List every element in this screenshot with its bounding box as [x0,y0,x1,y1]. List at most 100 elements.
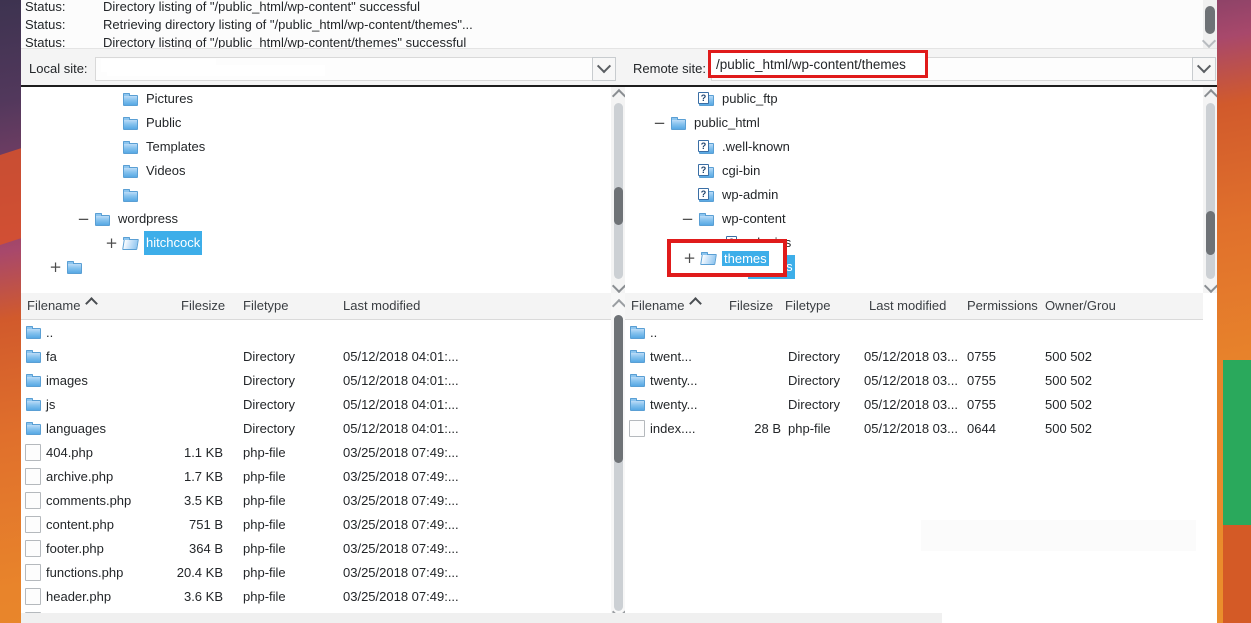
cell-modified: 03/25/2018 07:49:... [343,469,459,484]
tree-node-label[interactable]: Templates [144,135,207,159]
collapse-node-icon[interactable]: − [681,213,694,226]
scroll-up-icon[interactable] [1204,89,1217,103]
column-header-filesize[interactable]: Filesize [729,298,773,313]
local-site-dropdown-button[interactable] [592,57,616,81]
column-header-filetype[interactable]: Filetype [243,298,289,313]
file-icon [25,588,41,605]
column-header-filename[interactable]: Filename [631,298,700,313]
remote-list-scrollbar[interactable] [1203,293,1217,623]
file-row[interactable]: twent...Directory05/12/2018 03...0755500… [625,344,1217,368]
collapse-node-icon[interactable]: − [653,117,666,130]
file-row[interactable]: content.php751 Bphp-file03/25/2018 07:49… [21,512,625,536]
column-header-last-modified[interactable]: Last modified [343,298,420,313]
tree-node-label[interactable]: Pictures [144,87,195,111]
tree-node[interactable]: − public_html [625,111,1217,135]
scrollbar-thumb[interactable] [614,315,623,463]
tree-node-label[interactable]: hitchcock [144,231,202,255]
file-row[interactable]: 404.php1.1 KBphp-file03/25/2018 07:49:..… [21,440,625,464]
tree-node-label[interactable]: cgi-bin [720,159,762,183]
folder-icon [671,117,686,130]
file-row[interactable]: languagesDirectory05/12/2018 04:01:... [21,416,625,440]
tree-node-label[interactable]: wp-admin [720,183,780,207]
expand-node-icon[interactable]: + [105,237,118,250]
file-row[interactable]: twenty...Directory05/12/2018 03...075550… [625,368,1217,392]
status-log-scrollbar[interactable] [1203,0,1217,48]
file-row[interactable]: imagesDirectory05/12/2018 04:01:... [21,368,625,392]
file-row[interactable]: footer.php364 Bphp-file03/25/2018 07:49:… [21,536,625,560]
tree-node-label[interactable]: wp-content [720,207,788,231]
column-header-label: Filesize [181,298,225,313]
cell-name: functions.php [46,565,123,580]
file-row[interactable]: .. [625,320,1217,344]
tree-node[interactable]: + [21,255,625,279]
tree-node[interactable]: .well-known [625,135,1217,159]
remote-directory-tree[interactable]: public_ftp − public_html.well-knowncgi-bin… [625,85,1217,295]
expand-node-icon[interactable]: + [49,261,62,274]
scroll-up-icon[interactable] [612,89,625,103]
local-list-scrollbar[interactable] [611,293,625,623]
tree-node[interactable]: Templates [21,135,625,159]
local-directory-tree[interactable]: PicturesPublicTemplatesVideos−wordpress+… [21,85,625,295]
file-row[interactable]: faDirectory05/12/2018 04:01:... [21,344,625,368]
tree-node-label[interactable]: public_html [692,111,762,135]
tree-node[interactable] [21,183,625,207]
tree-node-label[interactable]: public_ftp [720,87,780,111]
column-header-label: Filename [631,298,684,313]
file-row[interactable]: functions.php20.4 KBphp-file03/25/2018 0… [21,560,625,584]
tree-node[interactable]: cgi-bin [625,159,1217,183]
tree-node[interactable]: Pictures [21,87,625,111]
tree-node-label[interactable] [88,261,164,274]
cell-owner: 500 502 [1045,373,1092,388]
local-list-header[interactable]: Filename Filesize Filetype Last modified [21,293,625,320]
file-row[interactable]: index....28 Bphp-file05/12/2018 03...064… [625,416,1217,440]
cell-name: footer.php [46,541,104,556]
column-header-filename[interactable]: Filename [27,298,96,313]
file-row[interactable]: .. [21,320,625,344]
column-header-permissions[interactable]: Permissions [967,298,1038,313]
column-header-filesize[interactable]: Filesize [181,298,225,313]
column-header-last-modified[interactable]: Last modified [869,298,946,313]
tree-node[interactable]: public_ftp [625,87,1217,111]
scroll-down-icon[interactable] [1204,279,1217,293]
remote-tree-scrollbar[interactable] [1203,87,1217,295]
column-header-owner-grou[interactable]: Owner/Grou [1045,298,1116,313]
collapse-node-icon[interactable]: − [77,213,90,226]
tree-node[interactable]: wp-admin [625,183,1217,207]
tree-node-label[interactable]: Public [144,111,183,135]
tree-node-label[interactable]: Videos [144,159,188,183]
cell-type: php-file [243,541,286,556]
local-file-list[interactable]: Filename Filesize Filetype Last modified ..… [21,293,625,623]
tree-node[interactable]: + hitchcock [21,231,625,255]
scrollbar-thumb[interactable] [1205,6,1215,34]
tree-node[interactable]: Public [21,111,625,135]
tree-node-label[interactable]: .well-known [720,135,792,159]
status-log-panel[interactable]: Status:Directory listing of "/public_htm… [21,0,1217,48]
local-tree-scrollbar[interactable] [611,87,625,295]
scroll-up-icon[interactable] [612,299,625,313]
file-row[interactable]: twenty...Directory05/12/2018 03...075550… [625,392,1217,416]
scrollbar-thumb[interactable] [1206,211,1215,255]
cell-size: 751 B [139,517,223,532]
scroll-down-icon[interactable] [1202,34,1216,48]
file-icon [25,540,41,557]
file-row[interactable]: jsDirectory05/12/2018 04:01:... [21,392,625,416]
tree-node-label[interactable] [144,189,220,202]
tree-node[interactable]: Videos [21,159,625,183]
expand-node-icon[interactable]: + [683,252,696,265]
remote-site-dropdown-button[interactable] [1192,57,1216,81]
sort-ascending-icon [690,297,703,310]
remote-list-header[interactable]: Filename Filesize Filetype Last modified Per… [625,293,1217,320]
scroll-down-icon[interactable] [612,279,625,293]
file-row[interactable]: header.php3.6 KBphp-file03/25/2018 07:49… [21,584,625,608]
tree-node[interactable]: − wp-content [625,207,1217,231]
cell-name: comments.php [46,493,131,508]
cell-modified: 03/25/2018 07:49:... [343,445,459,460]
column-header-filetype[interactable]: Filetype [785,298,831,313]
folder-open-icon [701,252,716,265]
tree-node-label-themes[interactable]: themes [722,251,769,266]
file-row[interactable]: comments.php3.5 KBphp-file03/25/2018 07:… [21,488,625,512]
scrollbar-thumb[interactable] [614,187,623,225]
tree-node-label[interactable]: wordpress [116,207,180,231]
file-row[interactable]: archive.php1.7 KBphp-file03/25/2018 07:4… [21,464,625,488]
tree-node[interactable]: − wordpress [21,207,625,231]
